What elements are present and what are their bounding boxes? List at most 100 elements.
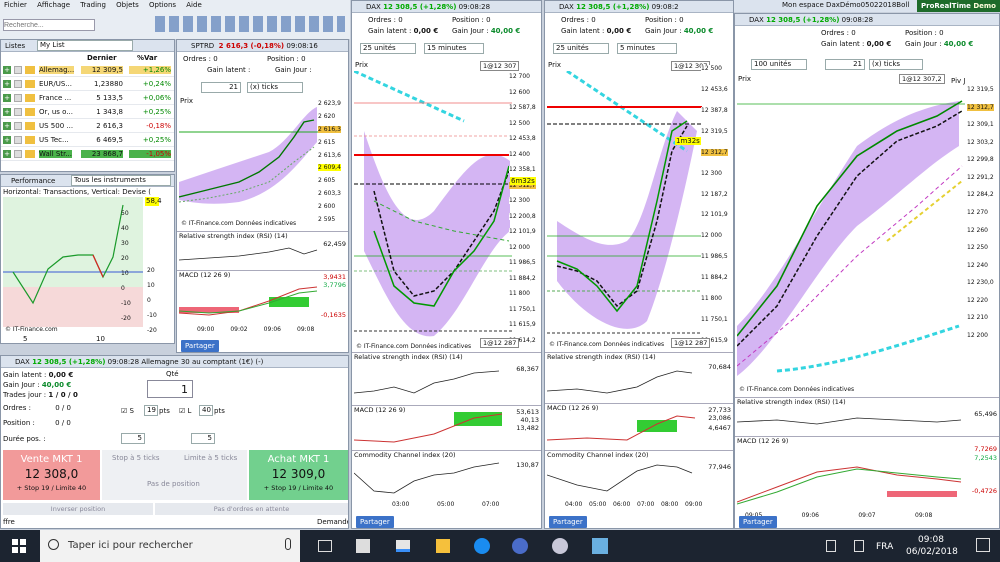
perf-tab[interactable]: Performance	[11, 177, 55, 185]
dax3-top-order[interactable]: 1@12 307,2	[899, 74, 945, 84]
search-input[interactable]	[3, 19, 95, 31]
x-axis-tick: 09:00	[685, 501, 703, 508]
reverse-position-button[interactable]: Inverser position	[3, 503, 153, 515]
dax1-cci-v0: 130,87	[516, 461, 539, 469]
perf-y-tick: -10	[121, 300, 131, 307]
menu-trading[interactable]: Trading	[80, 1, 106, 9]
menu-options[interactable]: Options	[149, 1, 176, 9]
watchlist-row[interactable]: + EUR/US... 1,23880 +0,24%	[1, 78, 174, 91]
taskbar-search[interactable]: Taper ici pour rechercher	[40, 530, 300, 562]
watchlist-name: Wall Str...	[39, 150, 72, 158]
app-icon[interactable]	[512, 538, 528, 554]
instrument-selector[interactable]: Tous les instruments	[71, 175, 171, 186]
network-icon[interactable]	[826, 540, 836, 552]
watchlist-row[interactable]: + France ... 5 133,5 +0,06%	[1, 92, 174, 105]
watchlist-panel: Listes My List Dernier %Var + Allemag... 1…	[0, 39, 175, 172]
notifications-icon[interactable]	[976, 538, 990, 552]
dax1-interval-select[interactable]: 15 minutes	[424, 43, 484, 54]
dax2-units-select[interactable]: 25 unités	[553, 43, 609, 54]
menu-help[interactable]: Aide	[186, 1, 201, 9]
edge-icon[interactable]	[474, 538, 490, 554]
price-level: 11 884,2	[701, 274, 728, 282]
dax3-pivot-label: Piv J	[951, 77, 966, 85]
dax1-price-label: Prix	[355, 61, 369, 69]
dax1-bottom-order[interactable]: 1@12 287	[480, 338, 520, 348]
stop-check[interactable]: ☑ S	[121, 407, 134, 415]
microphone-icon[interactable]	[285, 538, 291, 550]
dax3-price-label: Prix	[738, 75, 752, 83]
dax1-top-order[interactable]: 1@12 307	[480, 61, 520, 71]
perf-x-1: 10	[96, 335, 105, 343]
add-icon[interactable]: +	[3, 150, 11, 158]
prorealtime-taskbar-icon[interactable]	[592, 538, 608, 554]
stop-ticks-button[interactable]: Stop à 5 ticks	[112, 454, 160, 462]
chart-icon[interactable]	[25, 80, 35, 88]
add-icon[interactable]: +	[3, 80, 11, 88]
clock-date[interactable]: 06/02/2018	[906, 547, 958, 557]
watchlist-row[interactable]: + US 500 ... 2 616,3 -0,18%	[1, 120, 174, 133]
sptrd-ticks-input[interactable]: 21	[201, 82, 241, 93]
sptrd-rsi-value: 62,459	[323, 240, 346, 248]
buy-market-button[interactable]: Achat MKT 1 12 309,0 + Stop 19 / Limite …	[249, 450, 348, 500]
stop-input[interactable]: 19	[144, 405, 158, 416]
dax3-ticks-select[interactable]: (x) ticks	[869, 59, 923, 70]
qty-input[interactable]: 1	[147, 380, 193, 398]
menu-view[interactable]: Affichage	[37, 1, 70, 9]
media-icon[interactable]	[552, 538, 568, 554]
chart-icon[interactable]	[25, 136, 35, 144]
sptrd-share-button[interactable]: Partager	[181, 340, 219, 352]
dax3-ticks-input[interactable]: 21	[825, 59, 865, 70]
watchlist-row[interactable]: + US Tec... 6 469,5 +0,25%	[1, 134, 174, 147]
add-icon[interactable]: +	[3, 136, 11, 144]
task-view-icon[interactable]	[318, 540, 332, 552]
add-icon[interactable]: +	[3, 108, 11, 116]
dax1-units-select[interactable]: 25 unités	[360, 43, 416, 54]
chart-icon[interactable]	[25, 122, 35, 130]
clock-time[interactable]: 09:08	[918, 535, 944, 545]
col-last: Dernier	[87, 54, 117, 62]
watchlist-name: Or, us o...	[39, 108, 73, 116]
price-level: 12 101,9	[701, 211, 728, 219]
sell-market-button[interactable]: Vente MKT 1 12 308,0 + Stop 19 / Limite …	[3, 450, 100, 500]
dax3-share-button[interactable]: Partager	[739, 516, 777, 528]
chart-icon[interactable]	[25, 94, 35, 102]
stop-ticks-stepper[interactable]: 5	[121, 433, 145, 444]
order-title: DAX	[15, 358, 30, 366]
file-explorer-icon[interactable]	[436, 539, 450, 553]
dax2-interval-select[interactable]: 5 minutes	[617, 43, 677, 54]
x-axis-tick: 09:06	[263, 326, 281, 333]
flag-icon	[14, 122, 22, 130]
list-selector[interactable]: My List	[37, 40, 133, 51]
add-icon[interactable]: +	[3, 94, 11, 102]
add-icon[interactable]: +	[3, 66, 11, 74]
limit-input[interactable]: 40	[199, 405, 213, 416]
x-axis-tick: 06:00	[613, 501, 631, 508]
dax1-share-button[interactable]: Partager	[356, 516, 394, 528]
dax3-units-select[interactable]: 100 unités	[751, 59, 807, 70]
menu-file[interactable]: Fichier	[4, 1, 27, 9]
chart-icon[interactable]	[25, 66, 35, 74]
chart-icon[interactable]	[25, 150, 35, 158]
chart-icon[interactable]	[25, 108, 35, 116]
perf-y2-tick: 0	[147, 297, 151, 304]
dax1-macd-v1: 40,13	[520, 416, 539, 424]
limit-check[interactable]: ☑ L	[179, 407, 191, 415]
language-indicator[interactable]: FRA	[876, 542, 893, 552]
menu-objects[interactable]: Objets	[116, 1, 139, 9]
watchlist-row[interactable]: + Or, us o... 1 343,8 +0,25%	[1, 106, 174, 119]
add-icon[interactable]: +	[3, 122, 11, 130]
windows-start-icon[interactable]	[12, 539, 26, 553]
limit-ticks-stepper[interactable]: 5	[191, 433, 215, 444]
store-icon[interactable]	[356, 539, 370, 553]
dax2-bottom-order[interactable]: 1@12 287	[671, 338, 711, 348]
watchlist-row[interactable]: + Wall Str... 23 868,7 -1,05%	[1, 148, 174, 161]
price-level: 12 230,0	[967, 279, 994, 287]
dax2-share-button[interactable]: Partager	[549, 516, 587, 528]
dax1-price-chart	[354, 71, 512, 337]
sptrd-ticks-select[interactable]: (x) ticks	[247, 82, 303, 93]
mail-icon[interactable]	[396, 540, 410, 552]
volume-icon[interactable]	[854, 540, 864, 552]
limit-ticks-button[interactable]: Limite à 5 ticks	[184, 454, 237, 462]
order-trades: Trades jour : 1 / 0 / 0	[3, 391, 78, 399]
watchlist-row[interactable]: + Allemag... 12 309,5 +1,26%	[1, 64, 174, 77]
